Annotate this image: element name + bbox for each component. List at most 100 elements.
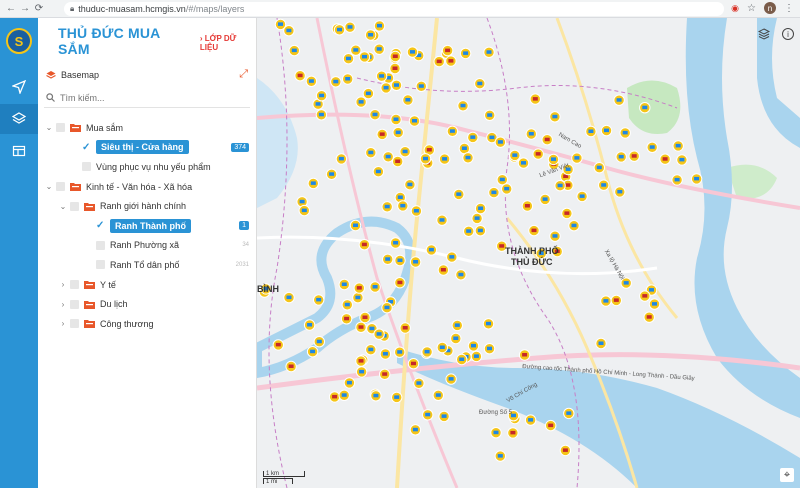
cart-icon <box>454 323 460 327</box>
layer-checkbox[interactable] <box>82 162 91 172</box>
back-icon[interactable]: ← <box>4 3 18 14</box>
chevron-down-icon[interactable]: ⌄ <box>58 202 68 211</box>
layer-row-y-te[interactable]: › Y tế <box>38 275 257 295</box>
browser-toolbar: ← → ⟳ 🔒︎ thuduc-muasam.hcmgis.vn/#/maps/… <box>0 0 800 18</box>
layer-row-kinh-te[interactable]: ⌄ Kinh tế - Văn hóa - Xã hóa <box>38 177 257 197</box>
layer-checkbox[interactable] <box>70 280 79 290</box>
layer-checkbox[interactable] <box>70 319 79 329</box>
cart-icon <box>310 349 316 354</box>
layer-checkbox[interactable] <box>96 240 105 250</box>
chevron-right-icon[interactable]: › <box>58 280 68 289</box>
cart-icon <box>442 157 448 161</box>
layer-checkbox[interactable] <box>56 182 65 192</box>
cart-icon <box>491 190 497 195</box>
location-blocked-icon[interactable]: ◉ <box>731 3 739 14</box>
layer-row-cong-thuong[interactable]: › Công thương <box>38 314 257 334</box>
cart-icon <box>512 153 518 157</box>
cart-icon <box>418 84 424 88</box>
cart-icon <box>528 418 534 422</box>
cart-icon <box>423 156 428 161</box>
menu-kebab-icon[interactable]: ⋮ <box>784 3 794 14</box>
locate-icon[interactable]: ⌖ <box>780 468 794 482</box>
cart-icon <box>459 357 465 361</box>
folder-icon <box>84 320 95 329</box>
cart-icon <box>524 204 530 208</box>
layer-row-ranh-gioi[interactable]: ⌄ Ranh giới hành chính <box>38 196 257 216</box>
address-bar[interactable]: 🔒︎ thuduc-muasam.hcmgis.vn/#/maps/layers <box>64 2 724 16</box>
cart-icon <box>439 218 445 222</box>
layer-checkbox[interactable] <box>70 201 79 211</box>
layer-row-ranh-tp[interactable]: ✓ Ranh Thành phố 1 <box>38 216 257 236</box>
chevron-right-icon[interactable]: › <box>58 300 68 309</box>
cart-icon <box>598 341 604 345</box>
layer-checkbox[interactable] <box>70 299 79 309</box>
cart-icon <box>315 102 321 106</box>
folder-icon <box>70 124 81 133</box>
forward-icon[interactable]: → <box>18 3 32 14</box>
app-logo[interactable]: S <box>6 28 32 54</box>
cart-icon <box>344 302 350 307</box>
cart-icon <box>616 98 622 102</box>
cart-icon <box>310 181 316 185</box>
layer-label[interactable]: Công thương <box>100 319 153 329</box>
layer-label[interactable]: Y tế <box>100 280 116 290</box>
district-label-binh: BÌNH <box>257 284 279 294</box>
cart-icon <box>694 176 700 181</box>
layer-label[interactable]: Ranh giới hành chính <box>100 201 186 211</box>
layer-label[interactable]: Vùng phục vụ nhu yếu phẩm <box>96 162 211 172</box>
reload-icon[interactable]: ⟳ <box>32 3 46 14</box>
cart-icon <box>397 195 403 199</box>
cart-icon <box>441 414 447 418</box>
table-button[interactable] <box>0 136 38 166</box>
map-layers-icon[interactable] <box>758 28 772 42</box>
expand-icon[interactable]: ⤢ <box>239 68 248 81</box>
folder-icon <box>70 183 81 192</box>
layer-row-ranh-phuong[interactable]: Ranh Phường xã 34 <box>38 236 257 256</box>
checkmark-icon[interactable]: ✓ <box>96 220 104 231</box>
layer-row-mua-sam[interactable]: ⌄ Mua sắm <box>38 118 257 138</box>
layer-label[interactable]: Mua sắm <box>86 123 123 133</box>
chevron-right-icon[interactable]: › <box>58 319 68 328</box>
cart-icon <box>278 22 283 26</box>
cart-icon <box>407 182 413 187</box>
basemap-row[interactable]: Basemap ⤢ <box>38 64 256 86</box>
navigation-button[interactable] <box>0 72 38 102</box>
layer-label[interactable]: Ranh Tổ dân phố <box>110 260 179 270</box>
cart-icon <box>355 295 361 300</box>
layer-row-du-lich[interactable]: › Du lịch <box>38 294 257 314</box>
layers-button[interactable] <box>0 104 38 134</box>
cart-icon <box>510 430 516 435</box>
info-icon[interactable]: i <box>782 28 794 40</box>
chevron-down-icon[interactable]: ⌄ <box>44 123 54 132</box>
checkmark-icon[interactable]: ✓ <box>82 142 90 153</box>
layer-row-vung-phuc-vu[interactable]: Vùng phục vụ nhu yếu phẩm <box>38 157 257 177</box>
layer-label[interactable]: Kinh tế - Văn hóa - Xã hóa <box>86 182 192 192</box>
panel-breadcrumb[interactable]: › LỚP DỮ LIỆU <box>200 34 256 52</box>
layer-label[interactable]: Ranh Phường xã <box>110 240 179 250</box>
layer-search[interactable] <box>44 88 250 108</box>
layer-label[interactable]: Ranh Thành phố <box>110 218 191 233</box>
layer-count-badge: 1 <box>239 221 249 231</box>
layer-checkbox[interactable] <box>96 260 105 270</box>
cart-icon <box>425 412 431 417</box>
cart-icon <box>542 197 548 201</box>
profile-avatar[interactable]: n <box>764 2 776 14</box>
cart-icon <box>474 216 480 220</box>
bookmark-star-icon[interactable]: ☆ <box>747 3 756 14</box>
search-input[interactable] <box>60 92 220 103</box>
layer-label[interactable]: Du lịch <box>100 299 128 309</box>
cart-icon <box>347 25 353 29</box>
layer-label[interactable]: Siêu thị - Cửa hàng <box>96 140 189 155</box>
scale-mi: 1 mi <box>263 478 293 485</box>
layer-count-badge: 2031 <box>235 261 249 268</box>
map-view[interactable]: THÀNH PHỐ THỦ ĐỨC BÌNH Đường cao tốc Thàn… <box>257 18 800 488</box>
layer-row-ranh-to[interactable]: Ranh Tổ dân phố 2031 <box>38 255 257 275</box>
cart-icon <box>551 157 556 161</box>
cart-icon <box>368 33 374 37</box>
chevron-down-icon[interactable]: ⌄ <box>44 182 54 191</box>
cart-icon <box>557 183 563 188</box>
layer-row-sieu-thi[interactable]: ✓ Siêu thị - Cửa hàng 374 <box>38 138 257 158</box>
cart-icon <box>521 161 526 165</box>
cart-icon <box>458 272 464 277</box>
layer-checkbox[interactable] <box>56 123 65 133</box>
